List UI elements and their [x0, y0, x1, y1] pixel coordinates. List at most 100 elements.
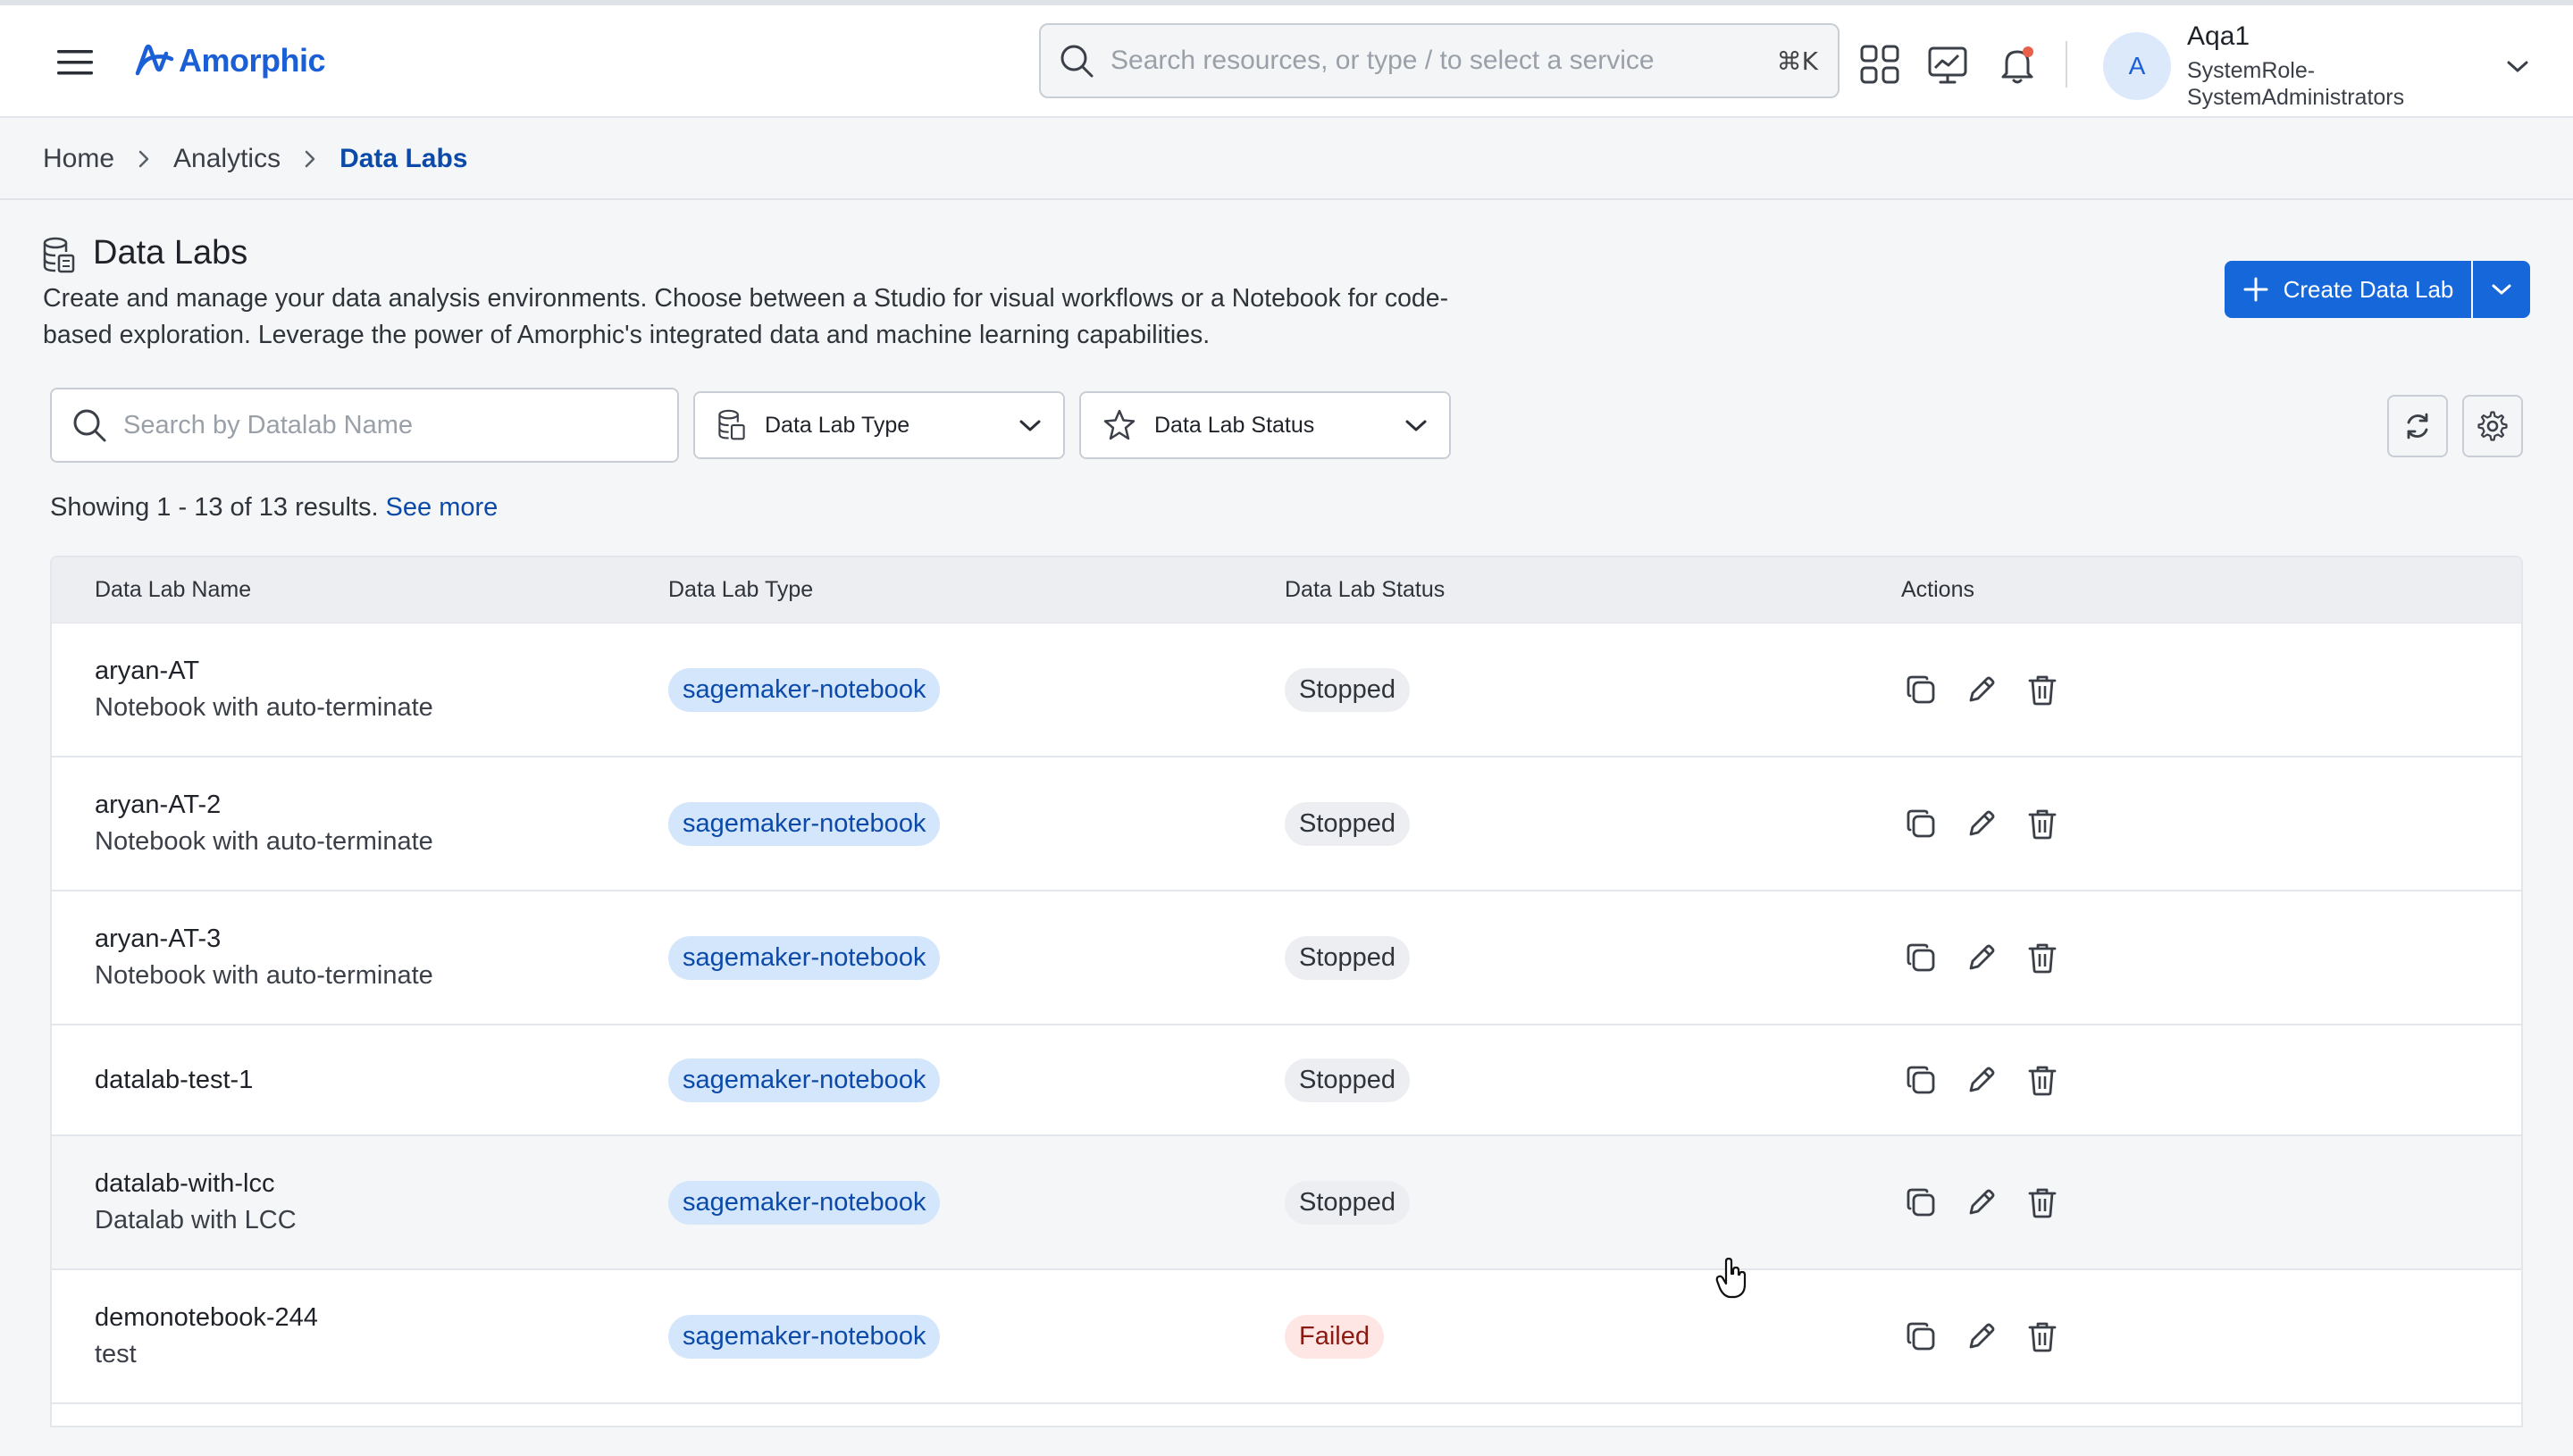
clone-icon[interactable]: [1901, 1317, 1940, 1356]
clone-icon[interactable]: [1901, 938, 1940, 977]
table-row[interactable]: datalab-with-lcc Datalab with LCC sagemake…: [52, 1136, 2521, 1270]
chevron-down-icon: [1017, 416, 1043, 434]
datalab-icon: [41, 236, 77, 275]
table-row[interactable]: aryan-AT-3 Notebook with auto-terminate sa…: [52, 891, 2521, 1025]
datalab-type-cell: sagemaker-notebook: [668, 1058, 1285, 1102]
delete-trash-icon[interactable]: [2023, 1183, 2062, 1222]
datalab-name[interactable]: datalab-with-lcc: [95, 1169, 668, 1199]
datalab-search[interactable]: [50, 388, 679, 463]
table-row[interactable]: aryan-AT Notebook with auto-terminate sage…: [52, 623, 2521, 757]
datalab-type-cell: sagemaker-notebook: [668, 1180, 1285, 1225]
type-badge: sagemaker-notebook: [668, 1314, 941, 1359]
page-title: Data Labs: [93, 234, 248, 272]
data-lab-type-filter[interactable]: Data Lab Type: [693, 391, 1065, 459]
data-labs-table: Data Lab Name Data Lab Type Data Lab Sta…: [50, 556, 2523, 1427]
datalab-search-input[interactable]: [123, 410, 677, 440]
data-lab-type-filter-label: Data Lab Type: [765, 412, 910, 438]
breadcrumb-analytics[interactable]: Analytics: [173, 144, 281, 174]
type-badge: sagemaker-notebook: [668, 1058, 941, 1102]
datalab-description: Notebook with auto-terminate: [95, 693, 433, 722]
delete-trash-icon[interactable]: [2023, 938, 2062, 977]
datalab-description: Datalab with LCC: [95, 1206, 297, 1234]
edit-pencil-icon[interactable]: [1962, 804, 2001, 843]
column-header-name[interactable]: Data Lab Name: [52, 577, 668, 603]
datalab-name-cell: demonotebook-244 test: [52, 1303, 668, 1369]
datalab-name[interactable]: aryan-AT: [95, 657, 668, 686]
datalab-description: Notebook with auto-terminate: [95, 827, 433, 856]
apps-grid-icon[interactable]: [1858, 43, 1901, 86]
table-row[interactable]: demonotebook-244 test sagemaker-notebook Fa…: [52, 1270, 2521, 1404]
status-badge: Stopped: [1285, 1180, 1411, 1225]
global-search-input[interactable]: [1110, 46, 1777, 76]
refresh-button[interactable]: [2387, 395, 2448, 457]
create-options-dropdown-button[interactable]: [2473, 261, 2530, 318]
delete-trash-icon[interactable]: [2023, 1317, 2062, 1356]
datalab-name[interactable]: datalab-test-1: [95, 1066, 668, 1095]
see-more-link[interactable]: See more: [386, 493, 499, 522]
datalab-name[interactable]: demonotebook-244: [95, 1303, 668, 1333]
delete-trash-icon[interactable]: [2023, 1060, 2062, 1100]
gear-icon: [2477, 411, 2508, 441]
datalab-name-cell: aryan-AT-2 Notebook with auto-terminate: [52, 791, 668, 857]
table-header: Data Lab Name Data Lab Type Data Lab Sta…: [52, 557, 2521, 623]
notifications-bell-icon[interactable]: [1996, 43, 2039, 86]
data-lab-status-filter-label: Data Lab Status: [1154, 412, 1315, 438]
table-body: aryan-AT Notebook with auto-terminate sage…: [52, 623, 2521, 1404]
table-row[interactable]: aryan-AT-2 Notebook with auto-terminate sa…: [52, 757, 2521, 891]
datalab-type-cell: sagemaker-notebook: [668, 801, 1285, 846]
hamburger-menu-icon[interactable]: [55, 45, 95, 80]
create-data-lab-button[interactable]: Create Data Lab: [2225, 261, 2471, 318]
type-badge: sagemaker-notebook: [668, 801, 941, 846]
chevron-down-icon: [1403, 416, 1429, 434]
amorphic-logo[interactable]: Amorphic: [134, 38, 326, 84]
avatar[interactable]: A: [2103, 32, 2171, 100]
column-header-type[interactable]: Data Lab Type: [668, 577, 1285, 603]
global-search[interactable]: ⌘K: [1039, 23, 1840, 98]
clone-icon[interactable]: [1901, 1060, 1940, 1100]
logo-mark-icon: [134, 41, 175, 80]
type-badge: sagemaker-notebook: [668, 667, 941, 712]
hand-pointer-cursor-icon: [1715, 1258, 1747, 1299]
search-icon: [1059, 43, 1094, 79]
header-divider: [2066, 41, 2067, 88]
user-menu-chevron-down-icon[interactable]: [2503, 55, 2532, 77]
chevron-down-icon: [2489, 280, 2514, 298]
datalab-name[interactable]: aryan-AT-2: [95, 791, 668, 820]
breadcrumb-home[interactable]: Home: [43, 144, 114, 174]
delete-trash-icon[interactable]: [2023, 670, 2062, 709]
datalab-description: test: [95, 1340, 137, 1368]
table-settings-button[interactable]: [2462, 395, 2523, 457]
plus-icon: [2242, 276, 2269, 303]
datalab-description: Notebook with auto-terminate: [95, 961, 433, 990]
status-badge: Stopped: [1285, 1058, 1411, 1102]
actions-cell: [1901, 1060, 2521, 1100]
datalab-status-cell: Stopped: [1285, 801, 1901, 846]
search-shortcut: ⌘K: [1776, 46, 1818, 76]
edit-pencil-icon[interactable]: [1962, 938, 2001, 977]
datalab-status-cell: Stopped: [1285, 935, 1901, 980]
refresh-icon: [2402, 411, 2433, 441]
type-badge: sagemaker-notebook: [668, 1180, 941, 1225]
insights-chart-icon[interactable]: [1926, 43, 1969, 86]
datalab-type-cell: sagemaker-notebook: [668, 1314, 1285, 1359]
edit-pencil-icon[interactable]: [1962, 1183, 2001, 1222]
delete-trash-icon[interactable]: [2023, 804, 2062, 843]
clone-icon[interactable]: [1901, 1183, 1940, 1222]
datalab-name-cell: datalab-test-1: [52, 1066, 668, 1095]
edit-pencil-icon[interactable]: [1962, 670, 2001, 709]
datalab-type-cell: sagemaker-notebook: [668, 667, 1285, 712]
column-header-status[interactable]: Data Lab Status: [1285, 577, 1901, 603]
clone-icon[interactable]: [1901, 670, 1940, 709]
user-role: SystemRole-SystemAdministrators: [2187, 58, 2405, 110]
page-description: Create and manage your data analysis env…: [43, 284, 1449, 349]
data-lab-status-filter[interactable]: Data Lab Status: [1079, 391, 1451, 459]
datalab-status-cell: Stopped: [1285, 1180, 1901, 1225]
user-name: Aqa1: [2187, 21, 2250, 51]
results-summary: Showing 1 - 13 of 13 results. See more: [50, 493, 498, 523]
edit-pencil-icon[interactable]: [1962, 1060, 2001, 1100]
edit-pencil-icon[interactable]: [1962, 1317, 2001, 1356]
clone-icon[interactable]: [1901, 804, 1940, 843]
datalab-name[interactable]: aryan-AT-3: [95, 925, 668, 954]
datalab-status-cell: Failed: [1285, 1314, 1901, 1359]
table-row[interactable]: datalab-test-1 sagemaker-notebook Stopped: [52, 1025, 2521, 1136]
